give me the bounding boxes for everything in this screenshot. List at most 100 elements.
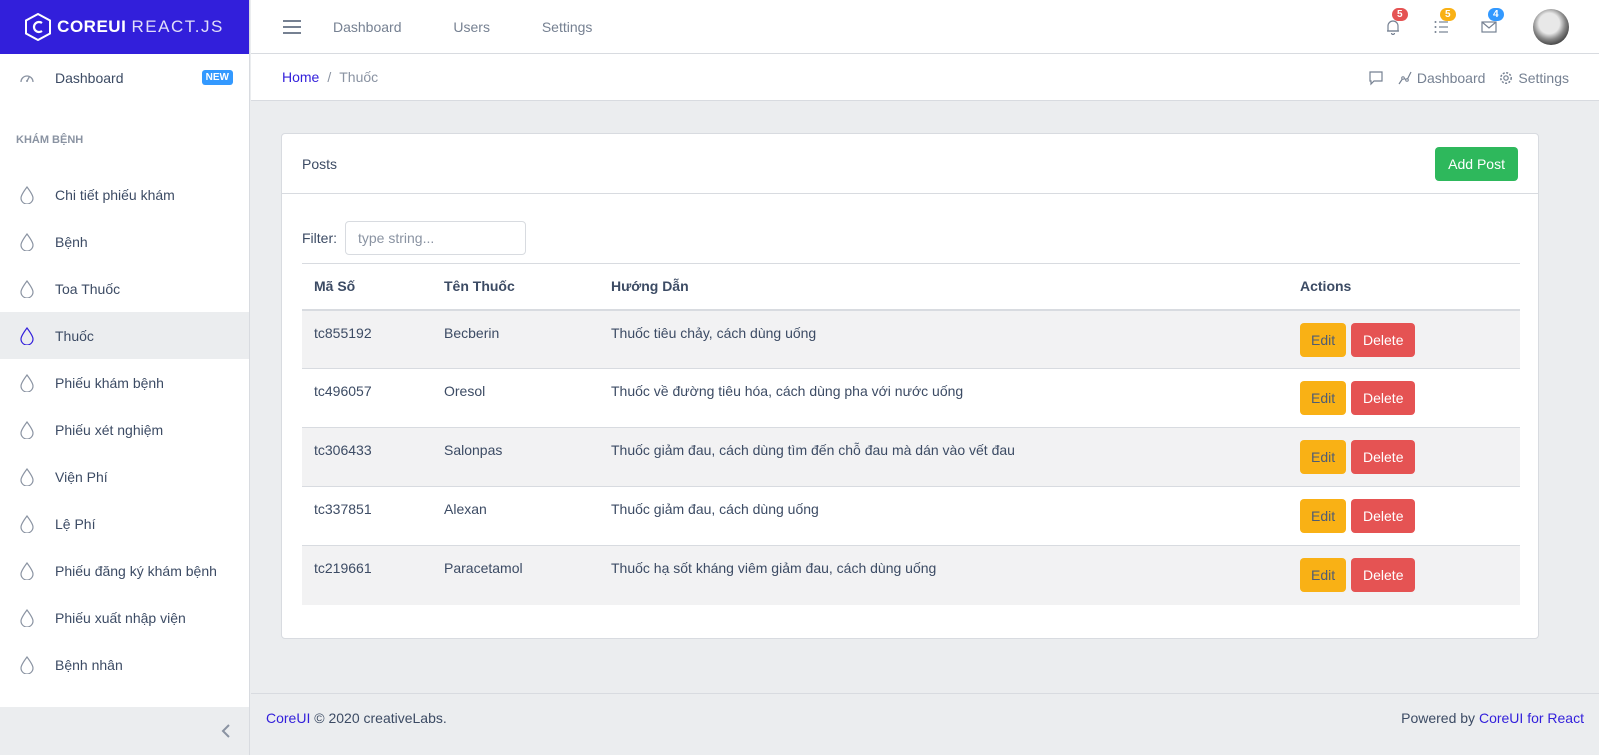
table-row: tc219661 Paracetamol Thuốc hạ sốt kháng vi…	[302, 545, 1520, 605]
drop-icon	[18, 608, 36, 627]
drop-icon	[18, 373, 36, 392]
sidebar-item-label: Lệ Phí	[55, 515, 96, 532]
cell-name: Becberin	[432, 309, 599, 369]
topnav-users[interactable]: Users	[453, 19, 490, 35]
footer-left: CoreUI © 2020 creativeLabs.	[266, 710, 447, 726]
posts-card: Posts Add Post Filter: Mã Số Tên Thuốc H…	[281, 133, 1539, 639]
notifications-button[interactable]: 5	[1383, 8, 1408, 37]
sidebar-minimizer[interactable]	[0, 707, 249, 755]
speedometer-icon	[18, 69, 36, 87]
cell-name: Alexan	[432, 486, 599, 546]
footer-coreui-link[interactable]: CoreUI	[266, 710, 310, 726]
sidebar-item-label: Viện Phí	[55, 468, 108, 485]
delete-button[interactable]: Delete	[1351, 558, 1416, 592]
drop-icon	[18, 514, 36, 533]
cell-code: tc855192	[302, 309, 432, 369]
column-header-guide[interactable]: Hướng Dẫn	[599, 263, 1288, 311]
sidebar-item[interactable]: Bệnh nhân	[0, 641, 249, 688]
column-header-name[interactable]: Tên Thuốc	[432, 263, 599, 311]
edit-button[interactable]: Edit	[1300, 440, 1347, 474]
brand[interactable]: COREUI REACT.JS	[0, 0, 249, 54]
sidebar-item[interactable]: Phiếu xuất nhập viện	[0, 594, 249, 641]
footer-powered-link[interactable]: CoreUI for React	[1479, 710, 1584, 726]
delete-button[interactable]: Delete	[1351, 381, 1416, 415]
drop-icon	[18, 279, 36, 298]
sidebar-item-label: Dashboard	[55, 69, 124, 86]
delete-button[interactable]: Delete	[1351, 499, 1416, 533]
cell-actions: Edit Delete	[1288, 427, 1520, 487]
table-row: tc337851 Alexan Thuốc giảm đau, cách dùng …	[302, 486, 1520, 546]
tasks-button[interactable]: 5	[1431, 8, 1456, 37]
sidebar-item[interactable]: Bệnh	[0, 218, 249, 265]
drop-icon	[18, 561, 36, 580]
sidebar-item-label: Thuốc	[55, 327, 94, 344]
table-row: tc855192 Becberin Thuốc tiêu chảy, cách dù…	[302, 309, 1520, 369]
sidebar-item-label: Phiếu xét nghiệm	[55, 421, 164, 438]
footer-copyright: © 2020 creativeLabs.	[314, 709, 447, 726]
sidebar-item-label: Phiếu đăng ký khám bệnh	[55, 562, 217, 579]
cell-guide: Thuốc giảm đau, cách dùng uống	[599, 486, 1288, 546]
bell-icon	[1387, 20, 1399, 35]
cell-guide: Thuốc về đường tiêu hóa, cách dùng pha v…	[599, 368, 1288, 428]
brand-name-light: REACT.JS	[131, 17, 224, 36]
cell-actions: Edit Delete	[1288, 545, 1520, 605]
delete-button[interactable]: Delete	[1351, 440, 1416, 474]
gear-icon	[1500, 71, 1513, 84]
edit-button[interactable]: Edit	[1300, 322, 1347, 357]
edit-button[interactable]: Edit	[1300, 558, 1347, 592]
footer-right: Powered by CoreUI for React	[1401, 710, 1584, 726]
sidebar-item-label: Phiếu xuất nhập viện	[55, 609, 186, 626]
sidebar-item[interactable]: Thuốc	[0, 312, 249, 359]
speech-bubble-icon	[1369, 70, 1383, 85]
header: Dashboard Users Settings 5 5 4 Home / Thuố…	[251, 0, 1599, 101]
drop-icon	[18, 467, 36, 486]
delete-button[interactable]: Delete	[1351, 322, 1416, 357]
filter-row: Filter:	[302, 221, 1518, 255]
speech-button[interactable]	[1368, 70, 1384, 86]
sidebar-item[interactable]: Lệ Phí	[0, 500, 249, 547]
menu-toggle-icon[interactable]	[283, 19, 301, 34]
cell-name: Paracetamol	[432, 545, 599, 605]
sidebar-item-dashboard[interactable]: Dashboard NEW	[0, 54, 249, 101]
sidebar-item[interactable]: Phiếu xét nghiệm	[0, 406, 249, 453]
messages-button[interactable]: 4	[1479, 8, 1504, 37]
filter-label: Filter:	[302, 230, 337, 246]
sidebar-item[interactable]: Phiếu khám bệnh	[0, 359, 249, 406]
avatar[interactable]	[1533, 9, 1569, 45]
add-post-button[interactable]: Add Post	[1435, 146, 1518, 181]
messages-badge: 4	[1488, 8, 1504, 21]
tasks-badge: 5	[1440, 8, 1456, 21]
sidebar-item[interactable]: Toa Thuốc	[0, 265, 249, 312]
topnav-settings[interactable]: Settings	[542, 19, 593, 35]
sidebar-item-label: Phiếu khám bệnh	[55, 374, 164, 391]
graph-icon	[1398, 71, 1412, 84]
list-icon	[1434, 21, 1448, 33]
new-badge: NEW	[201, 70, 233, 85]
edit-button[interactable]: Edit	[1300, 499, 1347, 533]
subheader-dashboard-link[interactable]: Dashboard	[1398, 69, 1486, 86]
cell-actions: Edit Delete	[1288, 486, 1520, 546]
breadcrumb-current: Thuốc	[339, 69, 379, 85]
cell-code: tc337851	[302, 486, 432, 546]
column-header-actions: Actions	[1288, 263, 1520, 311]
sidebar-items: Chi tiết phiếu khám Bệnh Toa Thuốc Thuốc Phi…	[0, 171, 249, 688]
subheader-settings-link[interactable]: Settings	[1499, 70, 1569, 86]
footer-powered-by: Powered by	[1401, 709, 1476, 726]
column-header-code[interactable]: Mã Số	[302, 263, 432, 311]
filter-input[interactable]	[345, 221, 526, 255]
sidebar-item[interactable]: Viện Phí	[0, 453, 249, 500]
sidebar-item[interactable]: Phiếu đăng ký khám bệnh	[0, 547, 249, 594]
cell-actions: Edit Delete	[1288, 309, 1520, 369]
notifications-badge: 5	[1392, 8, 1408, 21]
sidebar-nav: Dashboard NEW KHÁM BỆNH	[0, 54, 249, 171]
subheader-dashboard-label: Dashboard	[1416, 69, 1486, 86]
cell-code: tc496057	[302, 368, 432, 428]
sidebar-item[interactable]: Chi tiết phiếu khám	[0, 171, 249, 218]
sidebar-section-title: KHÁM BỆNH	[16, 134, 84, 146]
drop-icon	[18, 232, 36, 251]
cell-guide: Thuốc giảm đau, cách dùng tìm đến chỗ đa…	[599, 427, 1288, 487]
topnav-dashboard[interactable]: Dashboard	[333, 19, 402, 35]
edit-button[interactable]: Edit	[1300, 381, 1347, 415]
breadcrumb-home[interactable]: Home	[282, 69, 319, 85]
cell-code: tc219661	[302, 545, 432, 605]
